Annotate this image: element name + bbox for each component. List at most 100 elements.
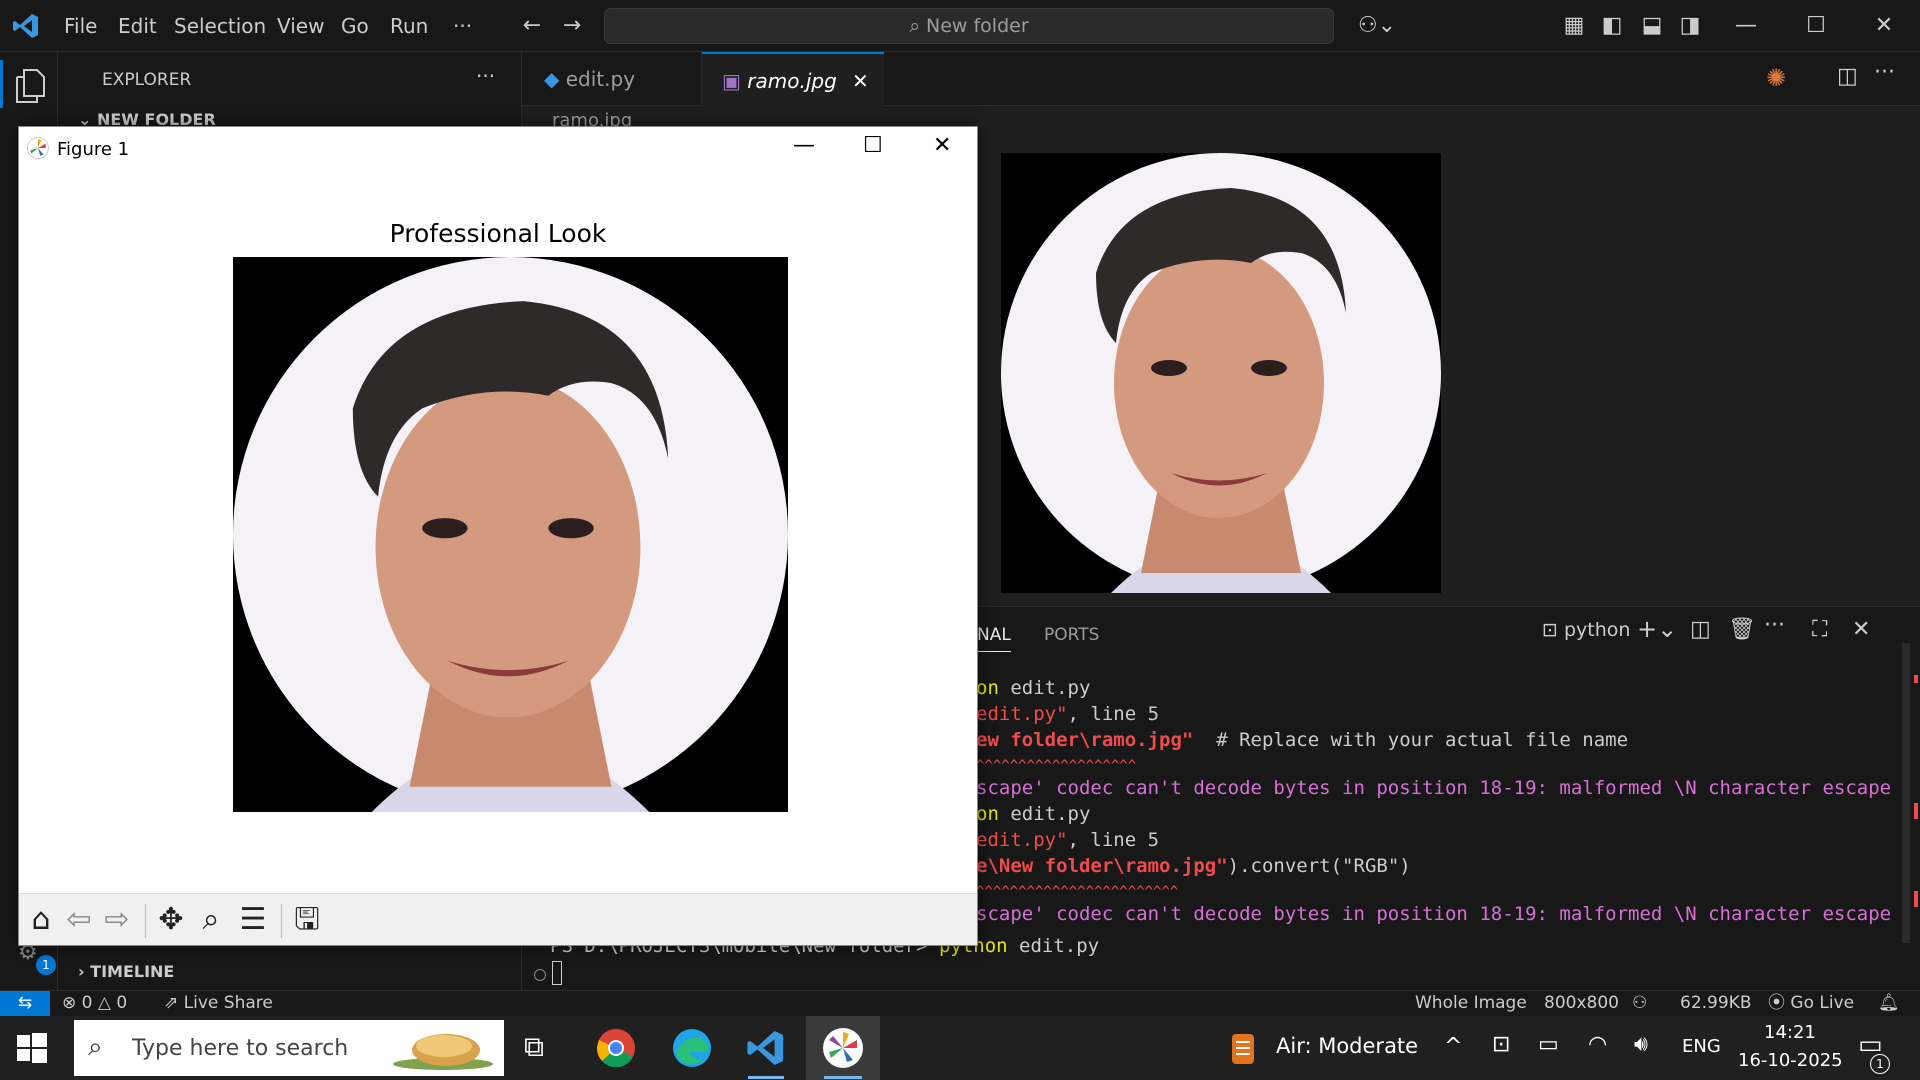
terminal-line: on edit.py (976, 677, 1091, 699)
back-arrow-icon[interactable]: ← (516, 10, 548, 42)
taskbar-search-placeholder: Type here to search (132, 1036, 349, 1061)
menu-go[interactable]: Go (341, 0, 369, 52)
search-label: New folder (926, 15, 1029, 37)
go-live-label: Go Live (1790, 993, 1855, 1013)
error-icon: ⊗ (62, 993, 82, 1013)
figure-maximize-icon[interactable]: ☐ (863, 133, 883, 158)
remote-indicator-icon[interactable]: ⇆ (0, 991, 50, 1017)
tab-edit-py[interactable]: ◆ edit.py (522, 52, 702, 106)
configure-subplots-icon[interactable]: ☰ (233, 900, 273, 940)
volume-icon[interactable]: 🔊︎ (1634, 1032, 1648, 1057)
figure-window-title: Figure 1 (57, 139, 130, 160)
close-icon[interactable]: ✕ (1868, 10, 1900, 42)
wifi-icon[interactable]: ◠ (1588, 1032, 1607, 1057)
close-panel-icon[interactable]: ✕ (1852, 617, 1870, 642)
matplotlib-icon (823, 1028, 863, 1068)
pan-icon[interactable]: ✥ (151, 900, 191, 940)
zoom-icon[interactable]: ⌕ (191, 900, 231, 940)
live-share-button[interactable]: ⇗ Live Share (164, 991, 273, 1016)
explorer-more-icon[interactable]: ··· (476, 64, 495, 88)
split-editor-icon[interactable]: ◫ (1837, 64, 1858, 89)
tab-ramo-jpg[interactable]: ▣ ramo.jpg ✕ (702, 52, 884, 106)
terminal-line: on edit.py (976, 803, 1091, 825)
menu-file[interactable]: File (64, 0, 97, 52)
menu-view[interactable]: View (277, 0, 324, 52)
figure-close-icon[interactable]: ✕ (933, 133, 951, 158)
notification-badge: 1 (36, 955, 56, 975)
terminal-shell-selector[interactable]: ⊡ python (1542, 619, 1630, 641)
edge-icon[interactable] (672, 1028, 712, 1068)
matplotlib-taskbar-button[interactable] (806, 1016, 880, 1080)
plot-image[interactable] (233, 257, 788, 812)
tab-close-icon[interactable]: ✕ (852, 54, 869, 108)
menu-run[interactable]: Run (390, 0, 428, 52)
zoom-mode[interactable]: Whole Image (1415, 991, 1527, 1016)
forward-arrow-icon[interactable]: → (556, 10, 588, 42)
status-bar: ⇆ ⊗ 0 △ 0 ⇗ Live Share Whole Image 800x8… (0, 990, 1920, 1017)
command-center-search[interactable]: ⌕ New folder (604, 8, 1334, 44)
maximize-panel-icon[interactable]: ⛶ (1812, 617, 1827, 642)
minimize-icon[interactable]: — (1730, 10, 1762, 42)
task-view-icon[interactable]: ⧉ (524, 1030, 544, 1064)
active-indicator (0, 60, 3, 108)
command-decoration-icon[interactable] (534, 969, 546, 981)
meet-now-icon[interactable]: ⊡ (1492, 1032, 1510, 1057)
terminal-output[interactable]: on edit.py edit.py", line 5 ew folder\ra… (976, 675, 1916, 927)
customize-layout-icon[interactable]: ▦ (1558, 10, 1590, 42)
copilot-status-icon[interactable]: ⚇ (1632, 991, 1647, 1016)
terminal-cursor (552, 961, 562, 985)
clock-time[interactable]: 14:21 (1764, 1022, 1816, 1043)
toggle-panel-icon[interactable]: ⬓ (1636, 10, 1668, 42)
forward-icon[interactable]: ⇨ (97, 900, 137, 940)
terminal-line: edit.py", line 5 (976, 829, 1160, 851)
scroll-marker (1914, 675, 1918, 683)
split-terminal-icon[interactable]: ◫ (1690, 617, 1711, 642)
toggle-sidebar-icon[interactable]: ◧ (1596, 10, 1628, 42)
windows-start-icon[interactable] (16, 1032, 48, 1064)
menu-selection[interactable]: Selection (174, 0, 266, 52)
preview-image (1001, 153, 1441, 593)
terminal-more-icon[interactable]: ··· (1764, 613, 1785, 638)
menu-more[interactable]: ··· (453, 0, 472, 52)
terminal-line: ^^^^^^^^^^^^^^^^^^^^^^^^ (976, 884, 1179, 900)
terminal-scrollbar[interactable] (1902, 643, 1910, 943)
go-live-button[interactable]: ⦿ Go Live (1768, 991, 1854, 1016)
running-indicator (824, 1076, 862, 1079)
taskbar-search-box[interactable]: ⌕ Type here to search (74, 1020, 504, 1076)
toolbar-divider (145, 904, 146, 938)
plot-title: Professional Look (389, 219, 607, 248)
menu-edit[interactable]: Edit (118, 0, 157, 52)
tab-terminal[interactable]: NAL (977, 625, 1011, 652)
navigation-toolbar: ⌂ ⇦ ⇨ ✥ ⌕ ☰ 🖫 (19, 893, 977, 945)
battery-icon[interactable]: ▭ (1538, 1032, 1559, 1057)
scroll-marker (1914, 803, 1918, 819)
vscode-taskbar-icon[interactable] (746, 1028, 786, 1068)
image-dimensions: 800x800 (1544, 993, 1619, 1013)
bell-icon[interactable]: 🔔︎ (1878, 991, 1900, 1016)
timeline-header[interactable]: › TIMELINE (78, 962, 174, 981)
warning-icon: △ (97, 993, 117, 1013)
chrome-icon[interactable] (596, 1028, 636, 1068)
show-hidden-icons[interactable]: ^ (1444, 1034, 1462, 1059)
trash-icon[interactable]: 🗑 (1728, 617, 1756, 642)
maximize-icon[interactable]: ☐ (1800, 10, 1832, 42)
copilot-icon[interactable]: ⚇⌄ (1352, 10, 1402, 42)
home-icon[interactable]: ⌂ (21, 900, 61, 940)
tab-ports[interactable]: PORTS (1044, 625, 1099, 645)
copilot-spark-icon[interactable]: ✺ (1766, 64, 1786, 92)
problems-indicator[interactable]: ⊗ 0 △ 0 (62, 991, 127, 1016)
save-icon[interactable]: 🖫 (287, 900, 327, 940)
language-indicator[interactable]: ENG (1682, 1036, 1721, 1057)
weather-label[interactable]: Air: Moderate (1276, 1034, 1418, 1058)
toggle-secondary-sidebar-icon[interactable]: ◨ (1674, 10, 1706, 42)
new-terminal-icon[interactable]: +⌄ (1637, 615, 1677, 643)
figure-minimize-icon[interactable]: — (793, 133, 815, 158)
explorer-files-icon[interactable] (14, 68, 46, 104)
clock-date[interactable]: 16-10-2025 (1738, 1050, 1843, 1071)
back-icon[interactable]: ⇦ (59, 900, 99, 940)
toolbar-divider (281, 904, 282, 938)
broadcast-icon: ⦿ (1768, 993, 1791, 1013)
editor-more-icon[interactable]: ··· (1874, 60, 1895, 85)
tab-label: ramo.jpg (747, 69, 837, 93)
windows-taskbar: ⌕ Type here to search ⧉ Air: Moderate ^ … (0, 1016, 1920, 1080)
